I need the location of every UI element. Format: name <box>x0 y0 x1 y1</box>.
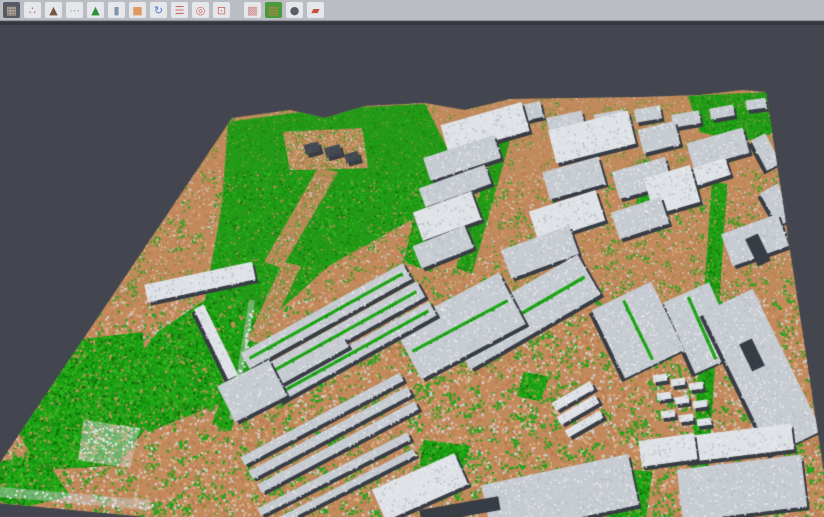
toolbar-button-orbit-blue[interactable]: ↻ <box>150 2 167 18</box>
orbit-blue-icon: ↻ <box>154 5 163 16</box>
sparse-points-icon: ⋯ <box>69 5 80 16</box>
main-toolbar: ▦ ∴ ▲ ⋯ ▲ ▮ ■ ↻ ☰ ◎ ⊡ ▩ ▤ ● ▰ <box>0 0 824 21</box>
selection-brackets-icon: ⊡ <box>217 5 226 16</box>
ortho-tile-icon: ■ <box>132 5 142 16</box>
classified-map-icon: ▤ <box>268 5 278 16</box>
toolbar-button-ortho-tile[interactable]: ■ <box>129 2 146 18</box>
toolbar-button-point-pair[interactable]: ∴ <box>24 2 41 18</box>
point-pair-icon: ∴ <box>29 5 36 16</box>
application-window: ▦ ∴ ▲ ⋯ ▲ ▮ ■ ↻ ☰ ◎ ⊡ ▩ ▤ ● ▰ <box>0 0 824 517</box>
palette-yellow-red-icon: ▰ <box>311 5 319 16</box>
toolbar-button-dark-sphere[interactable]: ● <box>286 2 303 18</box>
toolbar-button-terrain-green[interactable]: ▲ <box>87 2 104 18</box>
toolbar-shadow-strip <box>0 22 824 25</box>
toolbar-button-classified-map[interactable]: ▤ <box>265 2 282 18</box>
toolbar-button-red-ring[interactable]: ◎ <box>192 2 209 18</box>
toolbar-button-red-layer-lines[interactable]: ☰ <box>171 2 188 18</box>
terrain-brown-icon: ▲ <box>49 5 57 16</box>
multicolor-grid-icon: ▦ <box>6 5 16 16</box>
toolbar-button-checker-square[interactable]: ▩ <box>244 2 261 18</box>
red-ring-icon: ◎ <box>196 5 206 16</box>
terrain-green-icon: ▲ <box>91 5 99 16</box>
ruler-icon: ▮ <box>113 5 119 16</box>
toolbar-button-ruler[interactable]: ▮ <box>108 2 125 18</box>
point-cloud-3d-viewport[interactable] <box>0 0 824 517</box>
toolbar-button-terrain-brown[interactable]: ▲ <box>45 2 62 18</box>
toolbar-button-multicolor-grid[interactable]: ▦ <box>3 2 20 18</box>
toolbar-button-selection-brackets[interactable]: ⊡ <box>213 2 230 18</box>
toolbar-button-sparse-points[interactable]: ⋯ <box>66 2 83 18</box>
toolbar-button-palette-yellow-red[interactable]: ▰ <box>307 2 324 18</box>
red-layer-lines-icon: ☰ <box>175 5 185 16</box>
checker-square-icon: ▩ <box>247 5 257 16</box>
dark-sphere-icon: ● <box>290 5 300 16</box>
